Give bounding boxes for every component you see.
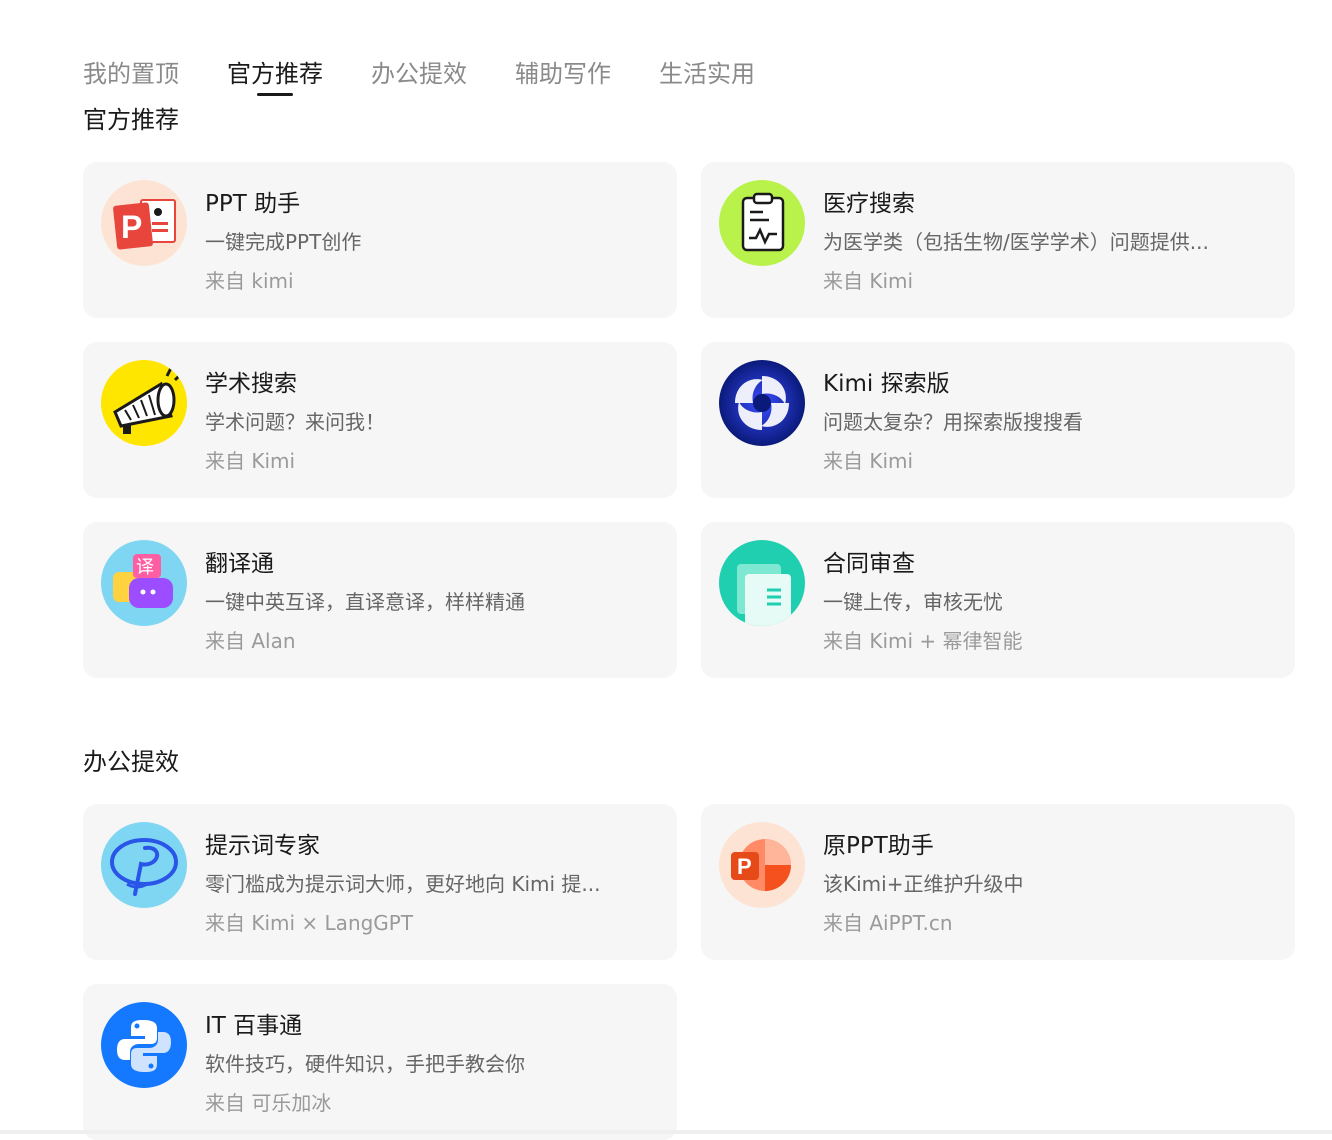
card-source: 来自 Kimi — [823, 449, 914, 473]
card-name: 学术搜索 — [205, 371, 297, 397]
card-description: 软件技巧，硬件知识，手把手教会你 — [205, 1052, 525, 1076]
card-ppt-assistant[interactable]: P PPT 助手 一键完成PPT创作 来自 kimi — [83, 162, 677, 318]
card-name: PPT 助手 — [205, 191, 301, 217]
card-source: 来自 AiPPT.cn — [823, 911, 953, 935]
card-source: 来自 可乐加冰 — [205, 1091, 332, 1115]
medical-clipboard-icon — [719, 180, 805, 266]
card-description: 该Kimi+正维护升级中 — [823, 872, 1024, 896]
card-name: Kimi 探索版 — [823, 371, 950, 397]
card-medical-search[interactable]: 医疗搜索 为医学类（包括生物/医学学术）问题提供... 来自 Kimi — [701, 162, 1295, 318]
tab-my-pinned[interactable]: 我的置顶 — [83, 56, 179, 92]
contract-document-icon — [719, 540, 805, 626]
card-contract-review[interactable]: 合同审查 一键上传，审核无忧 来自 Kimi + 幂律智能 — [701, 522, 1295, 678]
card-name: 提示词专家 — [205, 833, 320, 859]
tab-office-efficiency[interactable]: 办公提效 — [371, 56, 467, 92]
tab-official-recommend[interactable]: 官方推荐 — [227, 56, 323, 92]
card-source: 来自 Kimi — [205, 449, 296, 473]
section-title-official: 官方推荐 — [83, 106, 179, 134]
card-description: 一键中英互译，直译意译，样样精通 — [205, 590, 525, 614]
ppt-assistant-icon: P — [101, 180, 187, 266]
python-logo-icon — [101, 1002, 187, 1088]
card-description: 一键完成PPT创作 — [205, 230, 362, 254]
card-it-expert[interactable]: IT 百事通 软件技巧，硬件知识，手把手教会你 来自 可乐加冰 — [83, 984, 677, 1140]
card-source: 来自 kimi — [205, 269, 294, 293]
card-source: 来自 Kimi + 幂律智能 — [823, 629, 1023, 653]
card-original-ppt-assistant[interactable]: P 原PPT助手 该Kimi+正维护升级中 来自 AiPPT.cn — [701, 804, 1295, 960]
card-source: 来自 Alan — [205, 629, 296, 653]
swirl-icon — [719, 360, 805, 446]
card-name: 医疗搜索 — [823, 191, 915, 217]
card-name: 原PPT助手 — [823, 833, 934, 859]
bottom-divider — [0, 1130, 1332, 1134]
translate-glyph: 译 — [136, 557, 154, 578]
official-card-grid: P PPT 助手 一键完成PPT创作 来自 kimi 医疗搜索 为医学类（包括生… — [83, 162, 1295, 678]
ppt-letter: P — [121, 209, 142, 245]
office-card-grid: 提示词专家 零门槛成为提示词大师，更好地向 Kimi 提... 来自 Kimi … — [83, 804, 1295, 1140]
card-description: 零门槛成为提示词大师，更好地向 Kimi 提... — [205, 872, 601, 896]
card-description: 为医学类（包括生物/医学学术）问题提供... — [823, 230, 1209, 254]
card-prompt-expert[interactable]: 提示词专家 零门槛成为提示词大师，更好地向 Kimi 提... 来自 Kimi … — [83, 804, 677, 960]
section-title-office: 办公提效 — [83, 748, 179, 776]
powerpoint-icon: P — [719, 822, 805, 908]
powerpoint-letter: P — [737, 854, 752, 879]
card-description: 问题太复杂？用探索版搜搜看 — [823, 410, 1083, 434]
card-description: 学术问题？来问我！ — [205, 410, 385, 434]
category-tabs: 我的置顶 官方推荐 办公提效 辅助写作 生活实用 — [83, 56, 803, 92]
card-name: 翻译通 — [205, 551, 274, 577]
translate-chat-icon: 译 — [101, 540, 187, 626]
card-name: IT 百事通 — [205, 1013, 303, 1039]
card-name: 合同审查 — [823, 551, 915, 577]
tab-life-practical[interactable]: 生活实用 — [659, 56, 755, 92]
megaphone-icon — [101, 360, 187, 446]
prompt-p-icon — [101, 822, 187, 908]
card-description: 一键上传，审核无忧 — [823, 590, 1003, 614]
card-kimi-explore[interactable]: Kimi 探索版 问题太复杂？用探索版搜搜看 来自 Kimi — [701, 342, 1295, 498]
card-source: 来自 Kimi — [823, 269, 914, 293]
tab-writing-assist[interactable]: 辅助写作 — [515, 56, 611, 92]
card-source: 来自 Kimi × LangGPT — [205, 911, 414, 935]
card-academic-search[interactable]: 学术搜索 学术问题？来问我！ 来自 Kimi — [83, 342, 677, 498]
card-translator[interactable]: 译 翻译通 一键中英互译，直译意译，样样精通 来自 Alan — [83, 522, 677, 678]
